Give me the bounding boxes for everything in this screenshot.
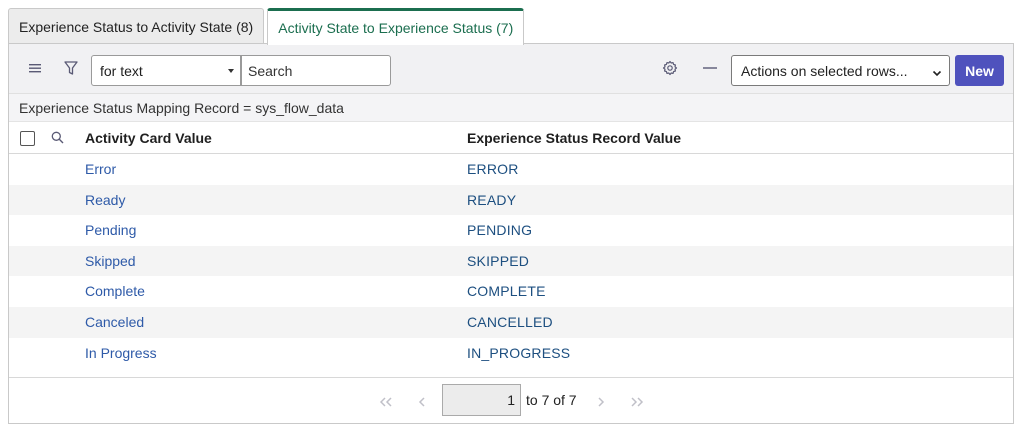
search-icon[interactable] [51,131,64,147]
filter-icon[interactable] [60,57,82,79]
activity-card-value-link[interactable]: Error [85,161,116,177]
list-header-row: Activity Card Value Experience Status Re… [9,122,1013,154]
table-row: Error ERROR [9,154,1013,185]
page-number-input[interactable] [442,384,521,416]
minus-icon[interactable] [699,57,721,79]
search-input[interactable] [241,55,391,86]
table-body: Error ERROR Ready READY Pending PENDING … [9,154,1013,368]
experience-status-value: IN_PROGRESS [467,344,571,361]
search-field-select[interactable]: for text [91,55,241,86]
experience-status-value: COMPLETE [467,283,546,300]
tab-activity-state-to-experience-status[interactable]: Activity State to Experience Status (7) [267,8,525,45]
related-list-panel: for text Actions on selected rows... New… [8,43,1014,424]
experience-status-value: PENDING [467,222,533,239]
pagination: to 7 of 7 [9,377,1013,423]
activity-card-value-link[interactable]: Pending [85,222,136,238]
select-all-checkbox[interactable] [20,131,35,146]
next-page-icon[interactable] [597,394,605,410]
actions-select[interactable]: Actions on selected rows... [731,55,950,86]
last-page-icon[interactable] [630,394,644,410]
activity-card-value-link[interactable]: Complete [85,283,145,299]
table-row: Pending PENDING [9,215,1013,246]
column-header-activity-card-value[interactable]: Activity Card Value [85,130,212,146]
table-row: In Progress IN_PROGRESS [9,338,1013,369]
previous-page-icon[interactable] [418,394,426,410]
page-range-text: to 7 of 7 [526,392,577,408]
breadcrumb[interactable]: Experience Status Mapping Record = sys_f… [9,94,1013,122]
list-toolbar: for text Actions on selected rows... New [9,44,1013,94]
gear-icon[interactable] [659,57,681,79]
table-row: Complete COMPLETE [9,276,1013,307]
table-row: Ready READY [9,184,1013,216]
activity-card-value-link[interactable]: Skipped [85,253,136,269]
table-row: Canceled CANCELLED [9,306,1013,338]
caret-down-icon [228,69,234,73]
experience-status-value: ERROR [467,161,519,177]
experience-status-value: CANCELLED [467,313,553,330]
new-button[interactable]: New [955,55,1004,86]
tab-bar: Experience Status to Activity State (8) … [8,8,527,45]
chevron-down-icon [932,65,942,81]
experience-status-value: READY [467,191,517,208]
hamburger-icon[interactable] [24,57,46,79]
tab-experience-status-to-activity-state[interactable]: Experience Status to Activity State (8) [8,8,265,44]
search-field-value: for text [100,62,143,79]
column-header-experience-status-record-value[interactable]: Experience Status Record Value [467,130,681,146]
actions-select-value: Actions on selected rows... [741,62,908,79]
activity-card-value-link[interactable]: Canceled [85,314,144,330]
table-row: Skipped SKIPPED [9,245,1013,277]
activity-card-value-link[interactable]: In Progress [85,345,157,361]
first-page-icon[interactable] [379,394,393,410]
activity-card-value-link[interactable]: Ready [85,192,125,208]
experience-status-value: SKIPPED [467,252,530,269]
